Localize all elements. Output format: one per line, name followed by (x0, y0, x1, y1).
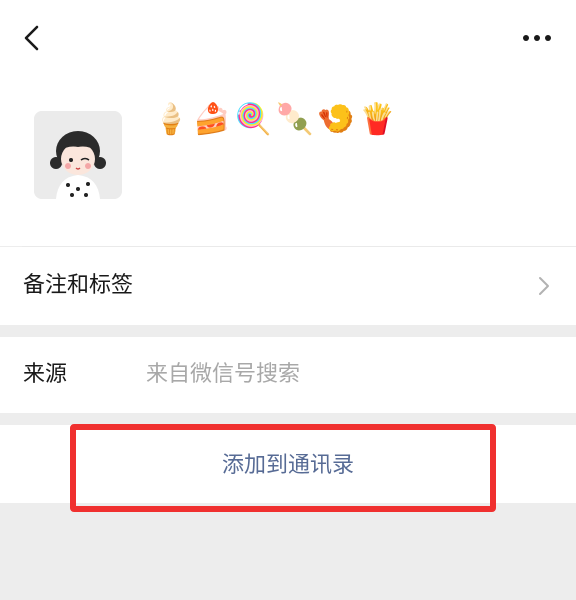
more-options-icon[interactable] (520, 30, 554, 46)
cartoon-girl-avatar-icon (34, 111, 122, 199)
source-label: 来源 (23, 362, 68, 387)
add-to-contacts-button[interactable]: 添加到通讯录 (0, 425, 576, 503)
source-row: 来源 来自微信号搜索 (0, 337, 576, 413)
avatar[interactable] (34, 111, 122, 199)
source-value: 来自微信号搜索 (146, 362, 301, 387)
add-to-contacts-row[interactable]: 添加到通讯录 (0, 425, 576, 503)
nickname: 🍦🍰🍭🍡🍤🍟 (152, 102, 401, 137)
remark-and-tags-row[interactable]: 备注和标签 (0, 247, 576, 325)
profile-header: 🍦🍰🍭🍡🍤🍟 (0, 0, 576, 246)
remark-and-tags-label: 备注和标签 (23, 273, 134, 298)
chevron-right-icon (539, 277, 549, 295)
back-icon[interactable] (18, 24, 46, 52)
